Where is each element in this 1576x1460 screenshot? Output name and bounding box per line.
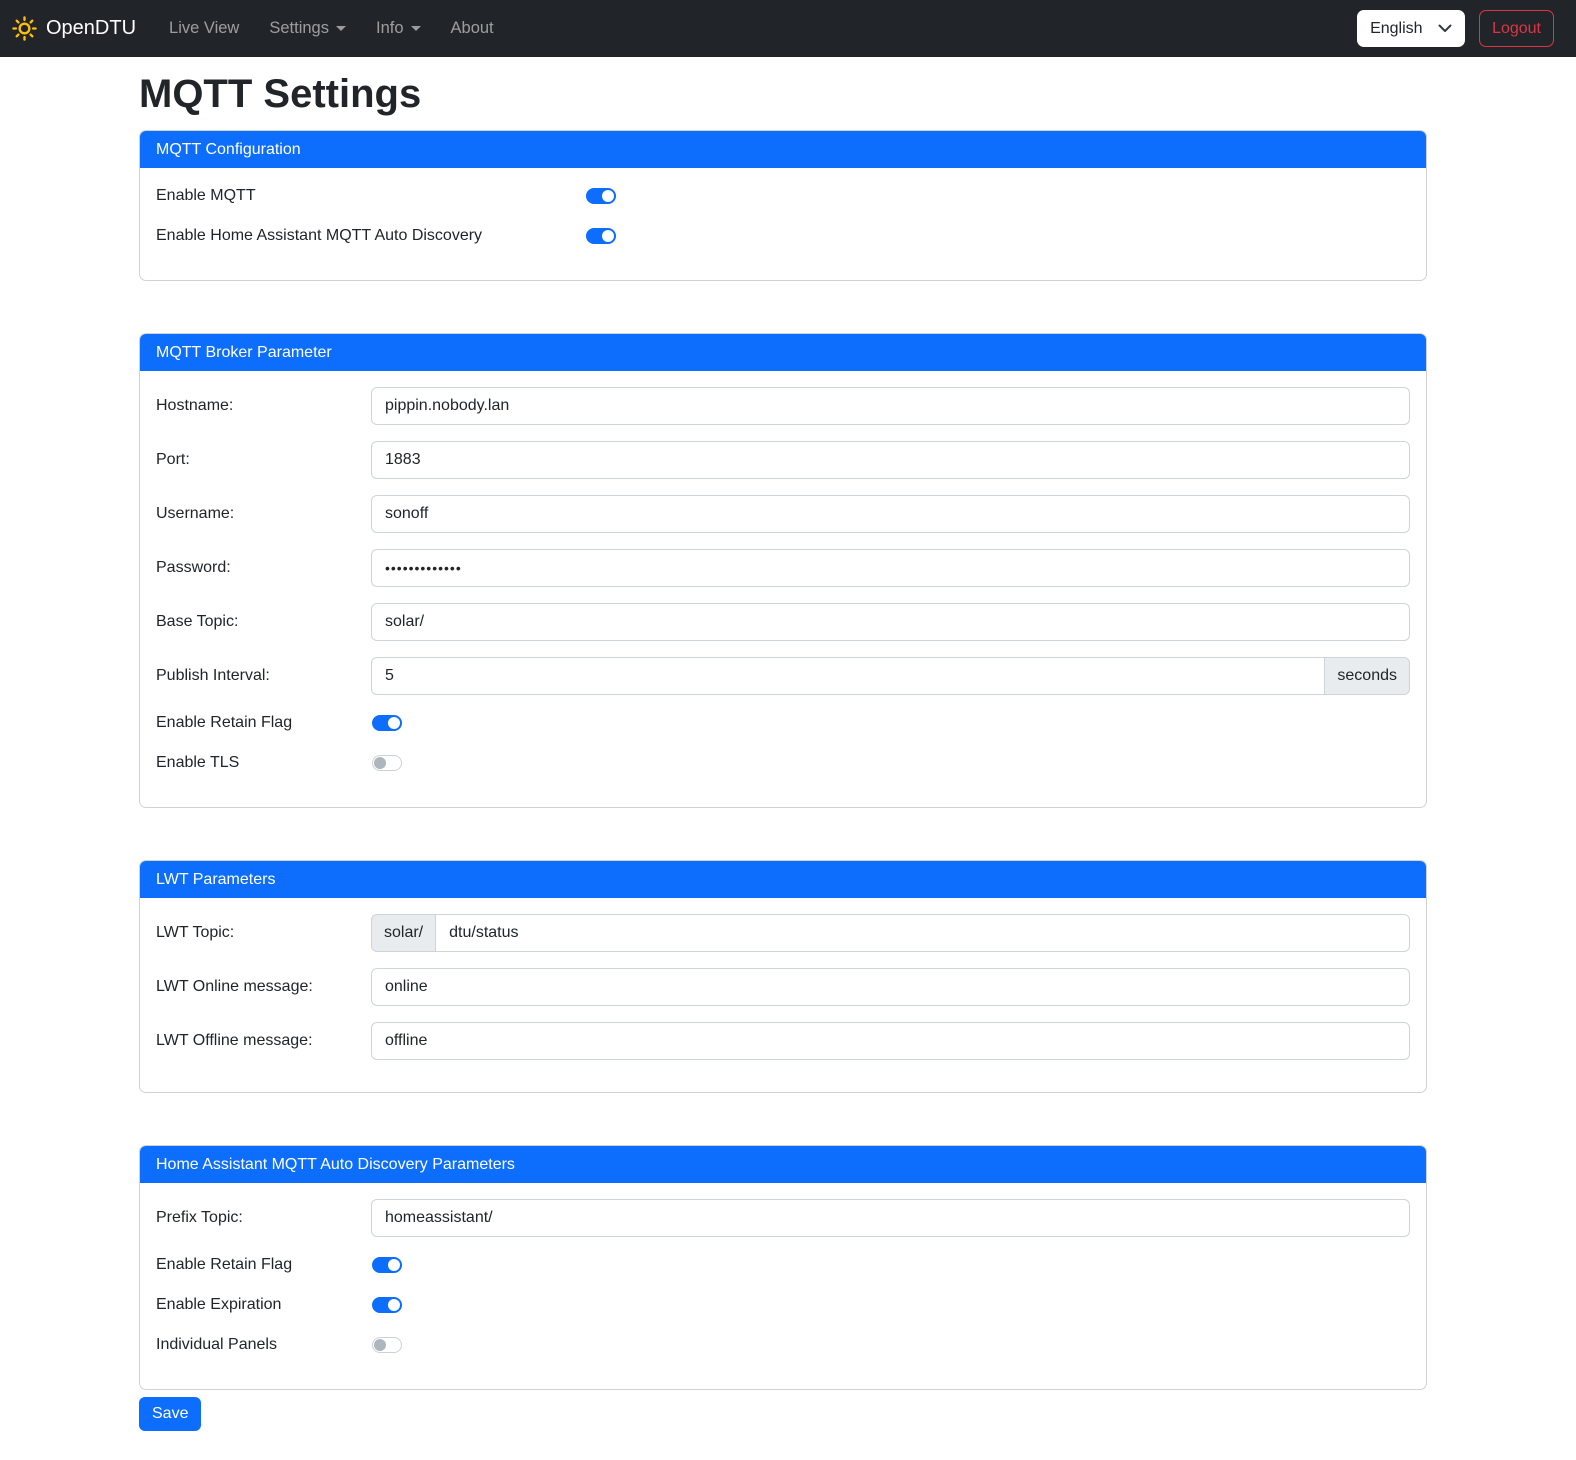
language-selected-value: English <box>1370 20 1422 38</box>
main-content: MQTT Settings MQTT Configuration Enable … <box>139 72 1427 1431</box>
nav-item-info[interactable]: Info <box>361 11 436 46</box>
field-row-lwt-online-message: LWT Online message: <box>156 968 1410 1006</box>
password-input[interactable] <box>371 549 1410 587</box>
field-label: LWT Topic: <box>156 924 371 942</box>
card-body: Enable MQTT Enable Home Assistant MQTT A… <box>140 168 1426 280</box>
card-mqtt-broker-parameter: MQTT Broker Parameter Hostname: Port: Us… <box>139 333 1427 808</box>
language-select[interactable]: English <box>1357 10 1465 47</box>
seconds-unit-addon: seconds <box>1325 657 1410 695</box>
toggle-row-ha-individual-panels: Individual Panels <box>156 1333 1410 1357</box>
field-label: Hostname: <box>156 397 371 415</box>
toggle-row-enable-ha-discovery: Enable Home Assistant MQTT Auto Discover… <box>156 224 1410 248</box>
field-row-port: Port: <box>156 441 1410 479</box>
field-label: Port: <box>156 451 371 469</box>
enable-ha-auto-discovery-toggle[interactable] <box>586 228 616 244</box>
card-body: Prefix Topic: Enable Retain Flag Enable … <box>140 1183 1426 1389</box>
field-row-hostname: Hostname: <box>156 387 1410 425</box>
prefix-topic-input[interactable] <box>371 1199 1410 1237</box>
card-header: MQTT Broker Parameter <box>140 334 1426 371</box>
field-label: LWT Online message: <box>156 978 371 996</box>
toggle-row-ha-enable-expiration: Enable Expiration <box>156 1293 1410 1317</box>
enable-mqtt-toggle[interactable] <box>586 188 616 204</box>
chevron-down-icon <box>336 26 346 31</box>
nav-item-live-view[interactable]: Live View <box>154 11 254 46</box>
card-body: LWT Topic: solar/ LWT Online message: LW… <box>140 898 1426 1092</box>
card-header: Home Assistant MQTT Auto Discovery Param… <box>140 1146 1426 1183</box>
enable-tls-toggle[interactable] <box>372 755 402 771</box>
field-row-base-topic: Base Topic: <box>156 603 1410 641</box>
card-header: MQTT Configuration <box>140 131 1426 168</box>
toggle-row-enable-tls: Enable TLS <box>156 751 1410 775</box>
nav-item-info-label: Info <box>376 19 404 38</box>
brand-openDTU[interactable]: OpenDTU <box>12 16 136 41</box>
field-label: LWT Offline message: <box>156 1032 371 1050</box>
field-row-lwt-offline-message: LWT Offline message: <box>156 1022 1410 1060</box>
ha-enable-expiration-toggle[interactable] <box>372 1297 402 1313</box>
field-label: Base Topic: <box>156 613 371 631</box>
ha-individual-panels-toggle[interactable] <box>372 1337 402 1353</box>
nav-item-about[interactable]: About <box>436 11 509 46</box>
toggle-row-enable-mqtt: Enable MQTT <box>156 184 1410 208</box>
field-row-prefix-topic: Prefix Topic: <box>156 1199 1410 1237</box>
navbar: OpenDTU Live View Settings Info About En… <box>0 0 1576 57</box>
enable-retain-flag-toggle[interactable] <box>372 715 402 731</box>
field-label: Prefix Topic: <box>156 1209 371 1227</box>
toggle-row-ha-enable-retain-flag: Enable Retain Flag <box>156 1253 1410 1277</box>
field-label: Enable Retain Flag <box>156 1256 372 1274</box>
navbar-left: OpenDTU Live View Settings Info About <box>12 11 509 46</box>
toggle-row-enable-retain-flag: Enable Retain Flag <box>156 711 1410 735</box>
lwt-topic-prefix-addon: solar/ <box>371 914 435 952</box>
base-topic-input[interactable] <box>371 603 1410 641</box>
port-input[interactable] <box>371 441 1410 479</box>
lwt-online-message-input[interactable] <box>371 968 1410 1006</box>
chevron-down-icon <box>1438 24 1452 33</box>
field-label: Password: <box>156 559 371 577</box>
field-label: Enable TLS <box>156 754 372 772</box>
field-row-username: Username: <box>156 495 1410 533</box>
card-lwt-parameters: LWT Parameters LWT Topic: solar/ LWT Onl… <box>139 860 1427 1093</box>
card-ha-auto-discovery-parameters: Home Assistant MQTT Auto Discovery Param… <box>139 1145 1427 1390</box>
lwt-topic-input[interactable] <box>435 914 1410 952</box>
navbar-right: English Logout <box>1357 10 1564 47</box>
field-row-publish-interval: Publish Interval: seconds <box>156 657 1410 695</box>
lwt-offline-message-input[interactable] <box>371 1022 1410 1060</box>
logout-button[interactable]: Logout <box>1479 10 1554 47</box>
field-label: Username: <box>156 505 371 523</box>
field-row-lwt-topic: LWT Topic: solar/ <box>156 914 1410 952</box>
chevron-down-icon <box>411 26 421 31</box>
page-title: MQTT Settings <box>139 72 1427 117</box>
field-label: Enable Retain Flag <box>156 714 372 732</box>
card-body: Hostname: Port: Username: Password: <box>140 371 1426 807</box>
field-label: Enable Home Assistant MQTT Auto Discover… <box>156 227 586 245</box>
nav-item-settings-label: Settings <box>269 19 329 38</box>
publish-interval-input[interactable] <box>371 657 1325 695</box>
field-label: Publish Interval: <box>156 667 371 685</box>
hostname-input[interactable] <box>371 387 1410 425</box>
username-input[interactable] <box>371 495 1410 533</box>
card-mqtt-configuration: MQTT Configuration Enable MQTT Enable Ho… <box>139 130 1427 281</box>
card-header: LWT Parameters <box>140 861 1426 898</box>
field-label: Individual Panels <box>156 1336 372 1354</box>
field-label: Enable MQTT <box>156 187 586 205</box>
save-button[interactable]: Save <box>139 1397 201 1431</box>
field-row-password: Password: <box>156 549 1410 587</box>
field-label: Enable Expiration <box>156 1296 372 1314</box>
sun-icon <box>12 16 37 41</box>
ha-enable-retain-flag-toggle[interactable] <box>372 1257 402 1273</box>
brand-label: OpenDTU <box>46 17 136 40</box>
nav-item-settings[interactable]: Settings <box>254 11 361 46</box>
